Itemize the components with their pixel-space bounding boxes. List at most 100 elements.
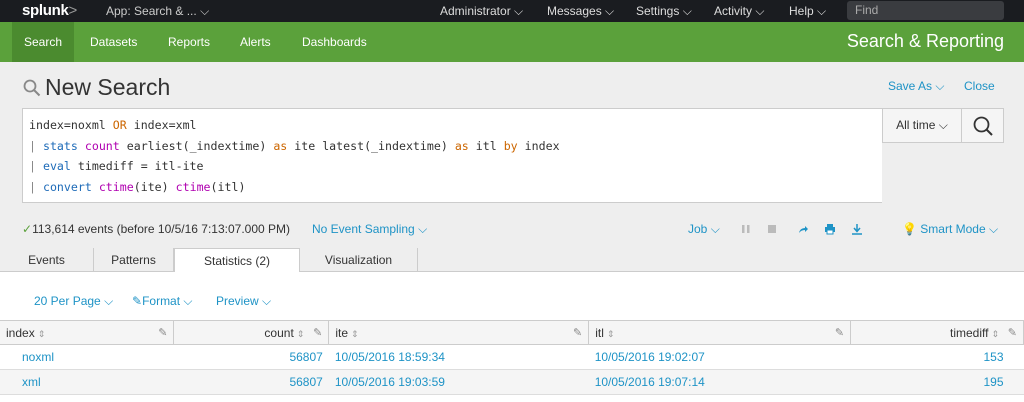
- sampling-label: No Event Sampling: [312, 222, 415, 236]
- nav-dashboards[interactable]: Dashboards: [302, 22, 367, 62]
- per-page-menu[interactable]: 20 Per Page ⌵: [34, 294, 113, 309]
- export-icon[interactable]: [851, 223, 863, 235]
- column-header-ite[interactable]: ite ⇕ ✎: [328, 320, 590, 345]
- chevron-down-icon: ⌵: [938, 118, 948, 132]
- column-header-index[interactable]: index ⇕ ✎: [0, 320, 175, 345]
- search-query-input[interactable]: index=noxml OR index=xml | stats count e…: [22, 108, 882, 203]
- check-icon: ✓: [22, 222, 33, 236]
- nav-alerts[interactable]: Alerts: [240, 22, 271, 62]
- search-mode-menu[interactable]: 💡 Smart Mode ⌵: [902, 222, 998, 237]
- query-text: ite latest(_indextime): [287, 138, 455, 153]
- splunk-logo[interactable]: splunk>: [22, 2, 77, 19]
- event-count-status: ✓113,614 events (before 10/5/16 7:13:07.…: [22, 222, 290, 236]
- job-menu[interactable]: Job ⌵: [688, 222, 720, 237]
- tab-events[interactable]: Events: [0, 248, 94, 272]
- find-input[interactable]: Find: [847, 1, 1004, 20]
- menu-label: Settings: [636, 4, 680, 18]
- menu-settings[interactable]: Settings ⌵: [636, 4, 692, 19]
- logo-gt: >: [68, 2, 78, 19]
- query-operator: as: [454, 138, 469, 153]
- sort-icon[interactable]: ⇕: [38, 329, 46, 339]
- table-cell-count[interactable]: 56807: [173, 369, 329, 395]
- sort-icon[interactable]: ⇕: [351, 329, 359, 339]
- query-text: timediff = itl-ite: [70, 159, 204, 173]
- column-label: itl: [595, 325, 604, 340]
- sort-icon[interactable]: ⇕: [607, 329, 615, 339]
- nav-reports[interactable]: Reports: [168, 22, 210, 62]
- menu-activity[interactable]: Activity ⌵: [714, 4, 764, 19]
- menu-help[interactable]: Help ⌵: [789, 4, 826, 19]
- format-menu[interactable]: ✎Format ⌵: [132, 294, 193, 309]
- edit-icon[interactable]: ✎: [573, 326, 582, 339]
- print-icon[interactable]: [824, 223, 836, 235]
- menu-messages[interactable]: Messages ⌵: [547, 4, 614, 19]
- column-header-itl[interactable]: itl ⇕ ✎: [588, 320, 852, 345]
- table-cell-index[interactable]: noxml: [0, 344, 174, 370]
- query-text: [78, 139, 85, 153]
- search-icon: [973, 116, 993, 136]
- column-label: count: [264, 325, 294, 340]
- query-operator: OR: [112, 118, 127, 132]
- event-sampling-menu[interactable]: No Event Sampling ⌵: [312, 222, 427, 237]
- query-operator: by: [503, 138, 518, 153]
- edit-icon[interactable]: ✎: [1008, 326, 1017, 339]
- per-page-label: 20 Per Page: [34, 294, 101, 308]
- table-row: noxml 56807 10/05/2016 18:59:34 10/05/20…: [0, 344, 1024, 370]
- column-header-count[interactable]: count ⇕ ✎: [173, 320, 330, 345]
- chevron-down-icon: ⌵: [682, 4, 692, 18]
- sort-icon[interactable]: ⇕: [991, 329, 999, 339]
- chevron-down-icon: ⌵: [605, 4, 615, 18]
- nav-search[interactable]: Search: [12, 22, 75, 62]
- time-range-picker[interactable]: All time ⌵: [882, 108, 962, 143]
- results-tabs: Events Patterns Statistics (2) Visualiza…: [0, 248, 1024, 273]
- column-label: ite: [335, 325, 349, 340]
- chevron-down-icon: ⌵: [935, 79, 945, 93]
- logo-text: splunk: [22, 2, 69, 19]
- chevron-down-icon: ⌵: [755, 4, 765, 18]
- query-pipe: |: [29, 179, 43, 194]
- tab-patterns[interactable]: Patterns: [94, 248, 174, 272]
- share-icon[interactable]: [797, 223, 809, 235]
- table-cell-timediff[interactable]: 195: [850, 369, 1024, 395]
- nav-datasets[interactable]: Datasets: [90, 22, 137, 62]
- chevron-down-icon: ⌵: [418, 222, 428, 236]
- chevron-down-icon: ⌵: [104, 294, 114, 308]
- table-cell-itl[interactable]: 10/05/2016 19:02:07: [588, 344, 851, 370]
- preview-menu[interactable]: Preview ⌵: [216, 294, 271, 309]
- query-line: | eval timediff = itl-ite: [29, 156, 876, 177]
- query-command: eval: [42, 159, 71, 173]
- table-cell-count[interactable]: 56807: [173, 344, 329, 370]
- save-as-label: Save As: [888, 79, 933, 93]
- preview-label: Preview: [216, 294, 259, 308]
- sort-icon[interactable]: ⇕: [297, 329, 305, 339]
- tab-statistics[interactable]: Statistics (2): [174, 248, 300, 273]
- app-title: Search & Reporting: [846, 31, 1004, 51]
- table-cell-timediff[interactable]: 153: [850, 344, 1024, 370]
- app-nav: Search Datasets Reports Alerts Dashboard…: [0, 22, 1024, 62]
- pause-icon[interactable]: [740, 223, 752, 235]
- table-cell-ite[interactable]: 10/05/2016 18:59:34: [328, 344, 589, 370]
- tab-visualization[interactable]: Visualization: [300, 248, 418, 272]
- query-text: itl: [468, 138, 504, 153]
- chevron-down-icon: ⌵: [183, 294, 193, 308]
- save-as-button[interactable]: Save As ⌵: [888, 79, 944, 94]
- table-cell-ite[interactable]: 10/05/2016 19:03:59: [328, 369, 589, 395]
- time-range-label: All time: [896, 118, 936, 132]
- run-search-button[interactable]: [961, 108, 1004, 143]
- edit-icon[interactable]: ✎: [158, 326, 167, 339]
- format-label: Format: [142, 294, 181, 308]
- table-cell-itl[interactable]: 10/05/2016 19:07:14: [588, 369, 851, 395]
- app-menu[interactable]: App: Search & ... ⌵: [106, 4, 209, 19]
- table-cell-index[interactable]: xml: [0, 369, 174, 395]
- edit-icon[interactable]: ✎: [835, 326, 844, 339]
- menu-administrator[interactable]: Administrator ⌵: [440, 4, 523, 19]
- query-text: index=xml: [126, 118, 197, 132]
- statistics-table: index ⇕ ✎ count ⇕ ✎ ite ⇕ ✎ itl ⇕ ✎ timediff ⇕ ✎ n…: [0, 320, 1024, 395]
- close-button[interactable]: Close: [964, 79, 995, 93]
- query-function: ctime: [98, 179, 134, 194]
- column-header-timediff[interactable]: timediff ⇕ ✎: [850, 320, 1024, 345]
- page-title: New Search: [45, 74, 171, 100]
- edit-icon[interactable]: ✎: [313, 326, 322, 339]
- stop-icon[interactable]: [766, 223, 778, 235]
- table-header-row: index ⇕ ✎ count ⇕ ✎ ite ⇕ ✎ itl ⇕ ✎ timediff ⇕ ✎: [0, 320, 1024, 345]
